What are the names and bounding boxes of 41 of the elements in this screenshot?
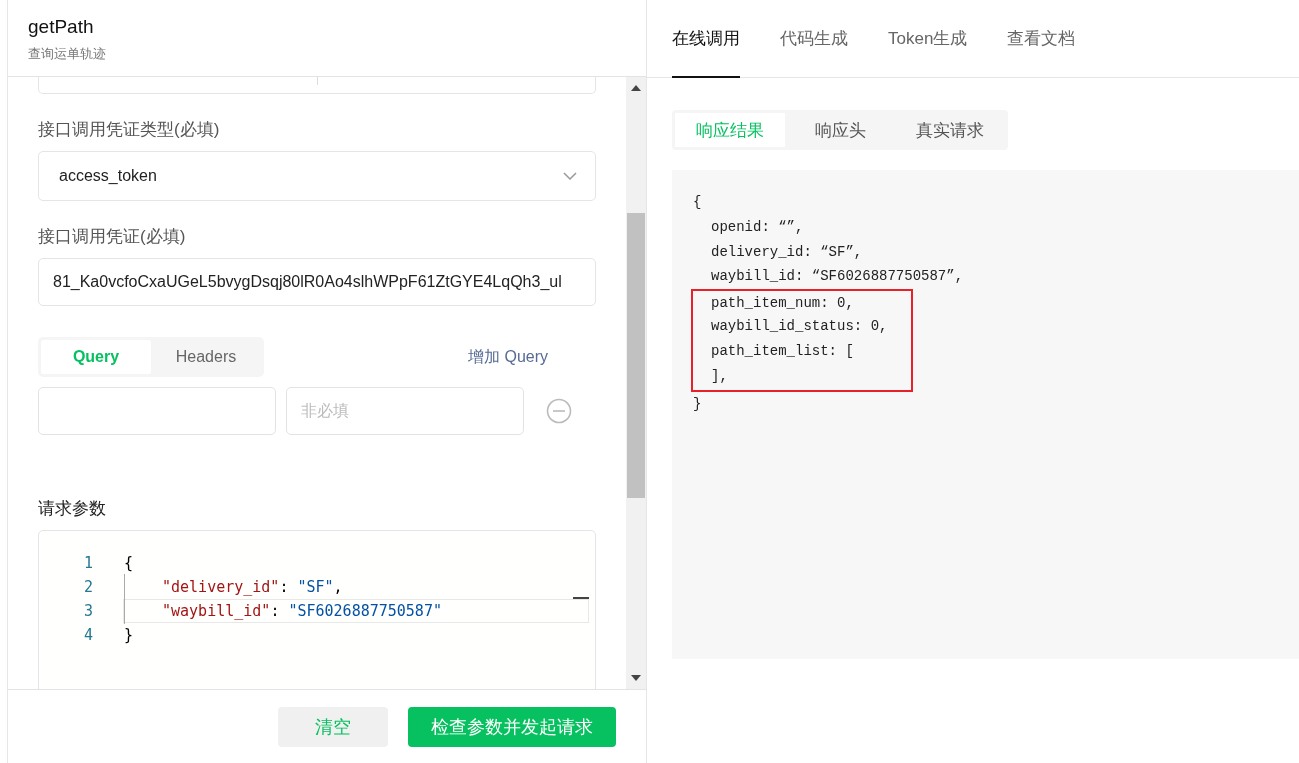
response-line: } [693,394,702,414]
response-line: ], [691,363,913,392]
scrollbar[interactable] [626,77,646,689]
line-number: 1 [82,554,94,572]
response-line: openid: “”, [710,217,804,237]
nav-tab[interactable]: 在线调用 [672,0,740,78]
code-line: "waybill_id": "SF6026887750587" [161,602,442,620]
code-line: { [124,554,134,572]
response-line: { [693,193,702,212]
add-query-link[interactable]: 增加 Query [468,346,548,368]
nav-tab[interactable]: Token生成 [888,0,968,78]
credential-field[interactable]: 81_Ka0vcfoCxaUGeL5bvygDsqj80lR0Ao4slhWPpF61ZtGYE4LqQh3_ul [38,258,596,306]
code-line: } [124,626,134,644]
cursor-marker [573,597,589,599]
response-line: delivery_id: “SF”, [710,242,863,262]
nav-tab[interactable]: 查看文档 [1007,0,1076,78]
response-line: path_item_list: [ [691,338,913,364]
param-tab[interactable]: Headers [151,340,261,374]
line-number: 2 [82,578,94,596]
scroll-down-icon[interactable] [631,675,641,681]
code-editor[interactable]: 1 { 2 "delivery_id": "SF", 3 "waybill_id": "SF6026887750587" 4 } [38,530,596,689]
chevron-down-icon [563,172,577,180]
scroll-up-icon[interactable] [631,85,641,91]
result-tab[interactable]: 真实请求 [895,113,1005,147]
credential-type-select[interactable]: access_token [38,151,596,201]
line-number: 4 [82,626,94,644]
param-value-field[interactable]: 非必填 [286,387,524,435]
api-subtitle: 查询运单轨迹 [28,45,107,63]
response-line: path_item_num: 0, [691,289,913,314]
code-line: "delivery_id": "SF", [161,578,343,596]
field-label: 接口调用凭证(必填) [38,226,187,248]
result-tab[interactable]: 响应头 [785,113,895,147]
field-label: 接口调用凭证类型(必填) [38,119,221,141]
nav-tab[interactable]: 代码生成 [780,0,848,78]
response-line: waybill_id_status: 0, [691,314,913,339]
param-key-field[interactable] [38,387,276,435]
api-title: getPath [28,16,95,38]
remove-icon[interactable] [546,398,572,424]
section-label: 请求参数 [38,498,107,520]
response-line: waybill_id: “SF6026887750587”, [710,267,964,287]
line-number: 3 [82,602,94,620]
